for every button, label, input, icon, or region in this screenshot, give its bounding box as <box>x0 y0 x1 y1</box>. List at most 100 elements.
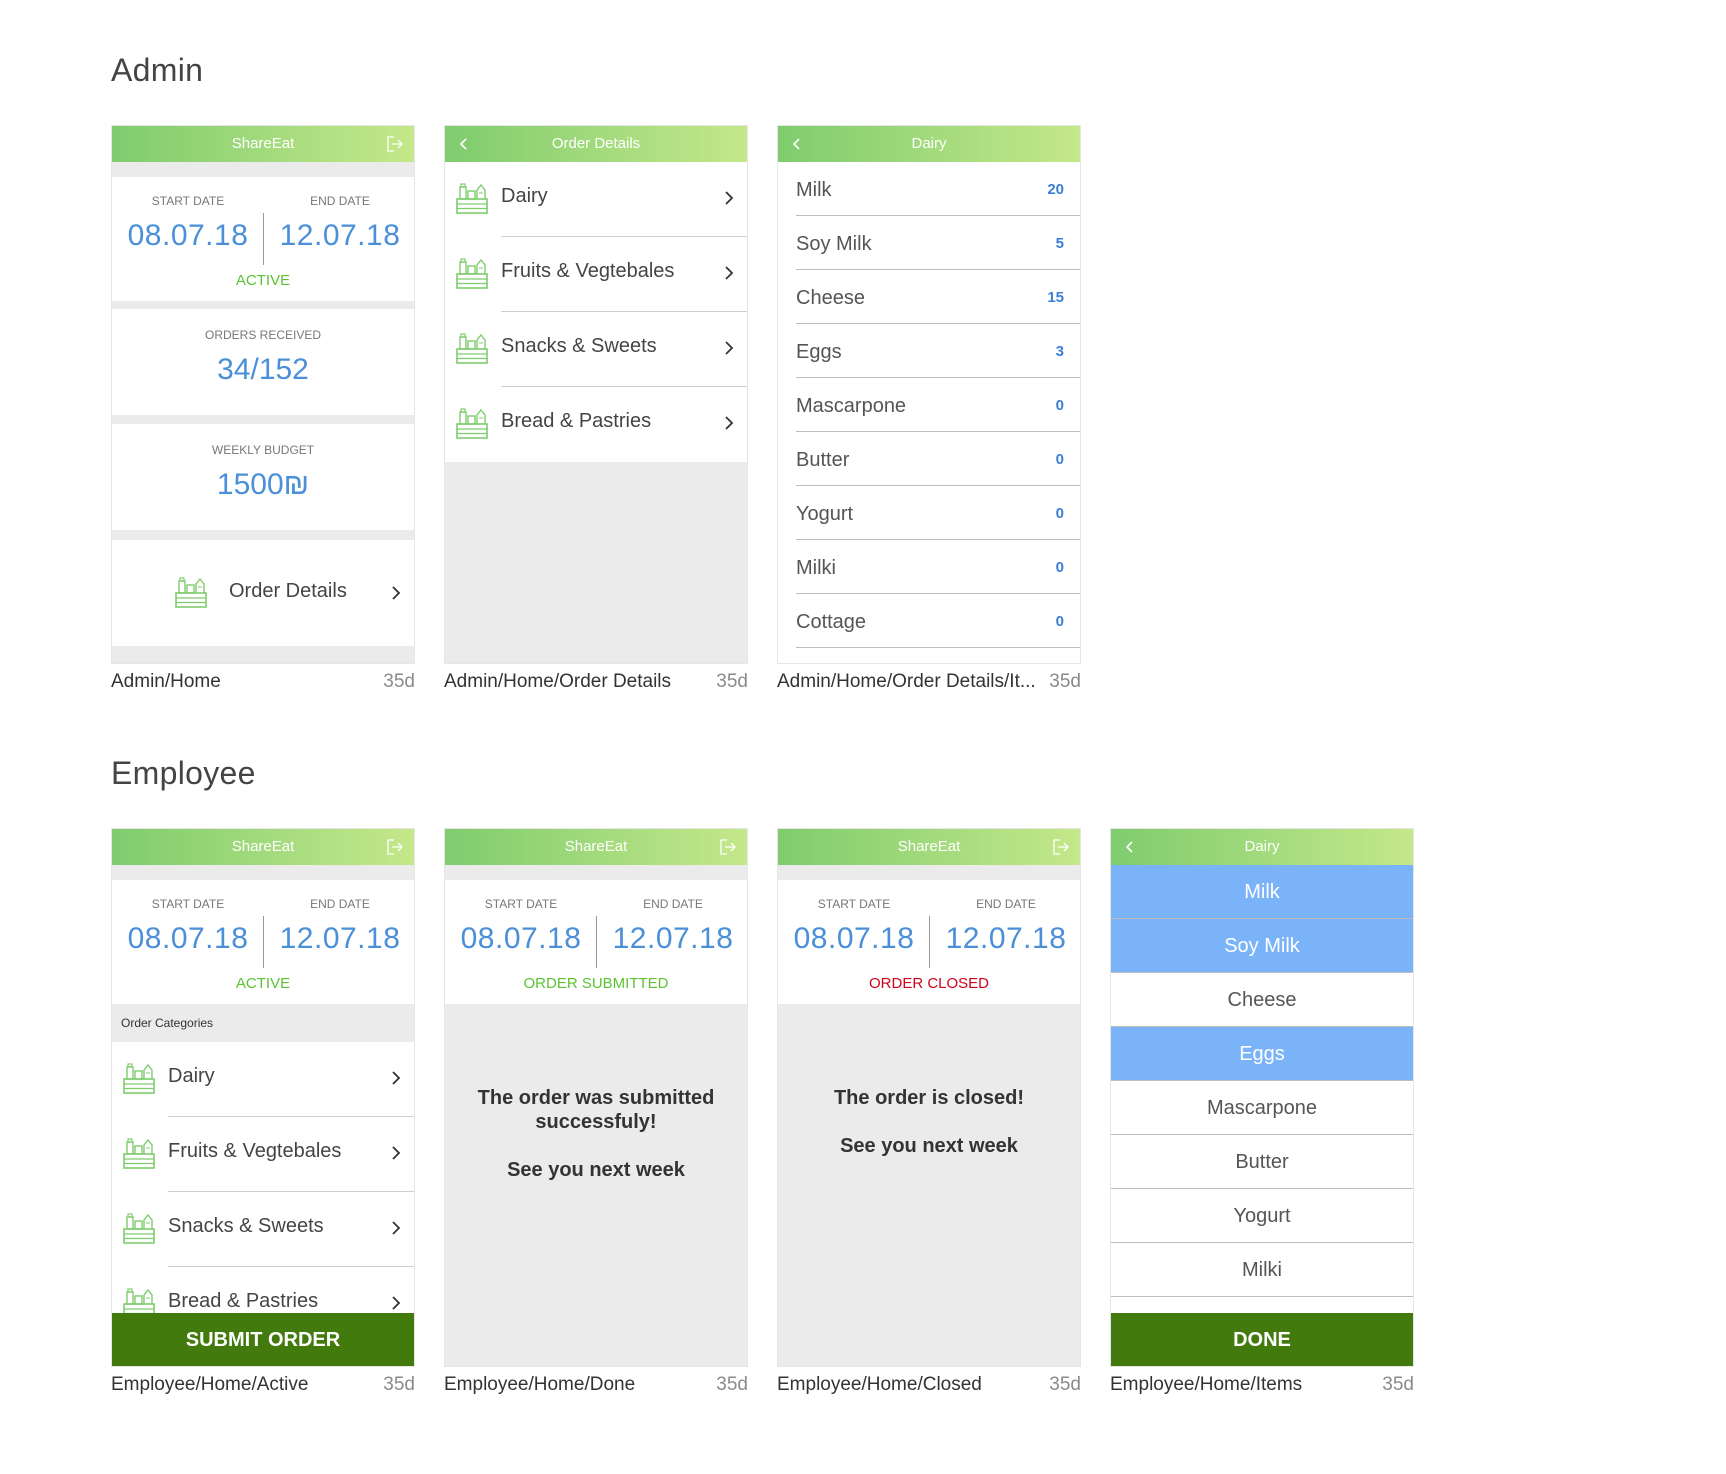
orders-received-label: ORDERS RECEIVED <box>204 328 322 342</box>
message-line: The order was submitted <box>477 1087 715 1109</box>
category-row-bread[interactable]: Bread & Pastries <box>445 387 747 462</box>
item-qty: 0 <box>1055 559 1064 576</box>
app-title: Order Details <box>551 135 641 152</box>
category-row-dairy[interactable]: Dairy <box>112 1042 414 1117</box>
screen-name: Employee/Home/Items <box>1110 1374 1303 1395</box>
item-toggle-eggs[interactable]: Eggs <box>1111 1027 1413 1081</box>
submit-order-button[interactable]: SUBMIT ORDER <box>112 1313 414 1366</box>
weekly-budget-label: WEEKLY BUDGET <box>211 443 315 457</box>
screen-label: Admin/Home/Order Details/It... 35d <box>777 671 1081 699</box>
end-date: 12.07.18 <box>945 922 1067 955</box>
item-row: Yogurt 0 <box>778 486 1080 540</box>
screen-employee-closed: ShareEat START DATE END DATE 08.07.18 12… <box>777 828 1081 1367</box>
back-icon[interactable] <box>455 135 473 153</box>
item-toggle-milk[interactable]: Milk <box>1111 865 1413 919</box>
category-row-snacks[interactable]: Snacks & Sweets <box>112 1192 414 1267</box>
screen-label: Employee/Home/Done 35d <box>444 1374 748 1402</box>
start-date-label: START DATE <box>151 897 225 911</box>
item-name: Cheese <box>796 287 865 309</box>
chevron-right-icon <box>723 339 735 357</box>
category-label: Dairy <box>501 185 548 207</box>
chevron-right-icon <box>723 264 735 282</box>
item-toggle-cheese[interactable]: Cheese <box>1111 973 1413 1027</box>
screen-label: Employee/Home/Items 35d <box>1110 1374 1414 1402</box>
orders-received-value: 34/152 <box>217 353 309 386</box>
item-qty: 15 <box>1047 289 1064 306</box>
start-date: 08.07.18 <box>793 922 915 955</box>
screen-label: Employee/Home/Closed 35d <box>777 1374 1081 1402</box>
back-icon[interactable] <box>1121 838 1139 856</box>
message-line: The order is closed! <box>833 1087 1025 1109</box>
basket-icon <box>122 1211 156 1245</box>
start-date: 08.07.18 <box>127 219 249 252</box>
start-date: 08.07.18 <box>460 922 582 955</box>
start-date-label: START DATE <box>484 897 558 911</box>
screen-name: Admin/Home/Order Details <box>444 671 672 692</box>
screen-age: 35d <box>716 671 748 692</box>
categories-header: Order Categories <box>112 1004 414 1042</box>
screen-name: Admin/Home <box>111 671 221 692</box>
app-bar: Dairy <box>1111 829 1413 865</box>
item-name: Eggs <box>796 341 842 363</box>
category-row-fruits[interactable]: Fruits & Vegtebales <box>112 1117 414 1192</box>
section-title-employee: Employee <box>111 755 256 791</box>
category-label: Bread & Pastries <box>168 1290 319 1312</box>
screen-name: Employee/Home/Done <box>444 1374 636 1395</box>
order-details-button[interactable]: Order Details <box>112 540 414 646</box>
item-toggle-milki[interactable]: Milki <box>1111 1243 1413 1297</box>
app-title: Dairy <box>1244 838 1280 855</box>
item-toggle-butter[interactable]: Butter <box>1111 1135 1413 1189</box>
item-toggle-yogurt[interactable]: Yogurt <box>1111 1189 1413 1243</box>
end-date-label: END DATE <box>976 897 1036 911</box>
category-row-dairy[interactable]: Dairy <box>445 162 747 237</box>
item-name: Yogurt <box>1233 1205 1291 1227</box>
item-row: Milk 20 <box>778 162 1080 216</box>
screen-age: 35d <box>383 671 415 692</box>
app-title: Dairy <box>911 135 947 152</box>
order-details-label: Order Details <box>229 580 347 602</box>
app-bar: Order Details <box>445 126 747 162</box>
screen-name: Employee/Home/Closed <box>777 1374 982 1395</box>
date-divider <box>263 213 264 265</box>
start-date-label: START DATE <box>151 194 225 208</box>
start-date-label: START DATE <box>817 897 891 911</box>
screen-admin-home: ShareEat START DATE END DATE 08.07.18 12… <box>111 125 415 664</box>
weekly-budget-card: WEEKLY BUDGET 1500₪ <box>112 424 414 530</box>
item-name: Mascarpone <box>1206 1097 1318 1119</box>
logout-icon[interactable] <box>1052 838 1070 856</box>
logout-icon[interactable] <box>386 135 404 153</box>
basket-icon <box>122 1061 156 1095</box>
app-title: ShareEat <box>564 838 628 855</box>
logout-icon[interactable] <box>386 838 404 856</box>
message-line: See you next week <box>507 1159 685 1181</box>
app-title: ShareEat <box>231 135 295 152</box>
end-date: 12.07.18 <box>279 219 401 252</box>
category-row-snacks[interactable]: Snacks & Sweets <box>445 312 747 387</box>
dates-card: START DATE END DATE 08.07.18 12.07.18 OR… <box>778 880 1080 1004</box>
category-label: Snacks & Sweets <box>501 335 657 357</box>
screen-employee-done: ShareEat START DATE END DATE 08.07.18 12… <box>444 828 748 1367</box>
category-row-fruits[interactable]: Fruits & Vegtebales <box>445 237 747 312</box>
done-button[interactable]: DONE <box>1111 1313 1413 1366</box>
item-name: Cheese <box>1227 989 1297 1011</box>
logout-icon[interactable] <box>719 838 737 856</box>
date-divider <box>929 916 930 968</box>
chevron-right-icon <box>723 414 735 432</box>
basket-icon <box>455 331 489 365</box>
screen-employee-items: Dairy Milk Soy Milk Cheese Eggs Mascarpo… <box>1110 828 1414 1367</box>
item-qty: 0 <box>1055 397 1064 414</box>
date-divider <box>596 916 597 968</box>
back-icon[interactable] <box>788 135 806 153</box>
item-toggle-mascarpone[interactable]: Mascarpone <box>1111 1081 1413 1135</box>
dates-card: START DATE END DATE 08.07.18 12.07.18 OR… <box>445 880 747 1004</box>
category-label: Bread & Pastries <box>501 410 652 432</box>
screen-label: Admin/Home 35d <box>111 671 415 699</box>
item-qty: 20 <box>1047 181 1064 198</box>
item-toggle-soy-milk[interactable]: Soy Milk <box>1111 919 1413 973</box>
status-label: ORDER CLOSED <box>868 975 990 992</box>
section-title-admin: Admin <box>111 52 204 88</box>
screen-admin-items: Dairy Milk 20 Soy Milk 5 Cheese 15 Eggs 3 Ma… <box>777 125 1081 664</box>
item-name: Yogurt <box>796 503 854 525</box>
item-name: Milki <box>1242 1259 1282 1281</box>
app-bar: ShareEat <box>112 829 414 865</box>
